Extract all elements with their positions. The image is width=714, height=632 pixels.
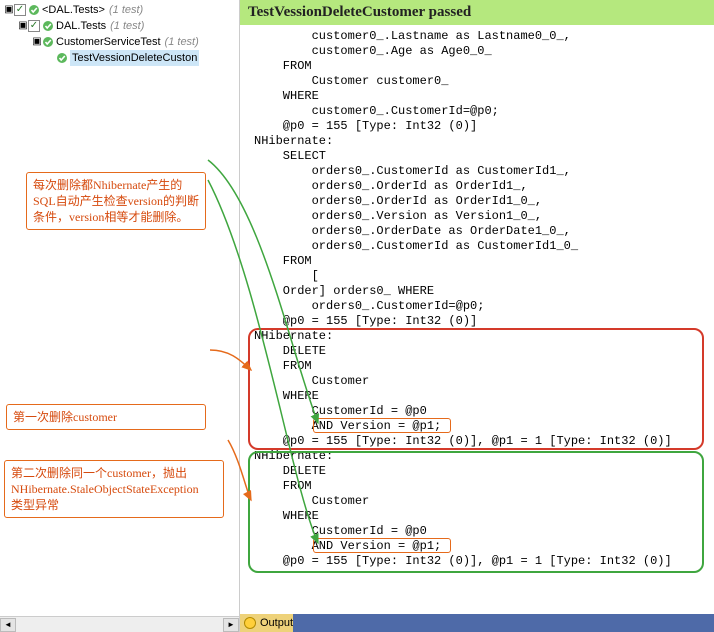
tree-root[interactable]: ▣ <DAL.Tests> (1 test) (4, 2, 239, 18)
scroll-track[interactable] (16, 618, 223, 632)
pass-icon (42, 36, 54, 48)
result-header: TestVessionDeleteCustomer passed (240, 0, 714, 25)
tree-namespace[interactable]: ▣ DAL.Tests (1 test) (4, 18, 239, 34)
collapse-icon[interactable]: ▣ (4, 2, 14, 18)
scroll-right-button[interactable]: ► (223, 618, 239, 632)
tree-class[interactable]: ▣ CustomerServiceTest (1 test) (4, 34, 239, 50)
node-name: <DAL.Tests> (42, 4, 105, 16)
node-count: (1 test) (110, 20, 144, 32)
node-name: DAL.Tests (56, 20, 106, 32)
test-explorer-panel: ▣ <DAL.Tests>(1 test) ▣ DAL.Tests(1 test… (0, 0, 240, 632)
result-panel: TestVessionDeleteCustomer passed custome… (240, 0, 714, 632)
pass-icon (42, 20, 54, 32)
checkbox[interactable] (28, 20, 40, 32)
node-count: (1 test) (109, 4, 143, 16)
checkbox[interactable] (14, 4, 26, 16)
test-tree: ▣ <DAL.Tests>(1 test) ▣ DAL.Tests(1 test… (0, 0, 239, 66)
output-tab-bar: Output (240, 614, 714, 632)
sql-output: customer0_.Lastname as Lastname0_0_, cus… (240, 25, 714, 614)
scroll-left-button[interactable]: ◄ (0, 618, 16, 632)
collapse-icon[interactable]: ▣ (32, 34, 42, 50)
pass-icon (56, 52, 68, 64)
pass-icon (28, 4, 40, 16)
output-tab-label[interactable]: Output (260, 617, 293, 629)
node-count: (1 test) (165, 36, 199, 48)
annotation-1: 每次删除都Nhibernate产生的SQL自动产生检查version的判断条件，… (26, 172, 206, 230)
collapse-icon[interactable]: ▣ (18, 18, 28, 34)
node-name: TestVessionDeleteCuston (72, 52, 197, 64)
output-tab-filler (293, 614, 714, 632)
left-spacer: 每次删除都Nhibernate产生的SQL自动产生检查version的判断条件，… (0, 66, 239, 616)
tree-test-selected[interactable]: TestVessionDeleteCuston (4, 50, 239, 66)
node-name: CustomerServiceTest (56, 36, 161, 48)
output-tab-icon (244, 617, 256, 629)
annotation-3: 第二次删除同一个customer，抛出 NHibernate.StaleObje… (4, 460, 224, 518)
horizontal-scrollbar[interactable]: ◄ ► (0, 616, 239, 632)
annotation-2: 第一次删除customer (6, 404, 206, 430)
